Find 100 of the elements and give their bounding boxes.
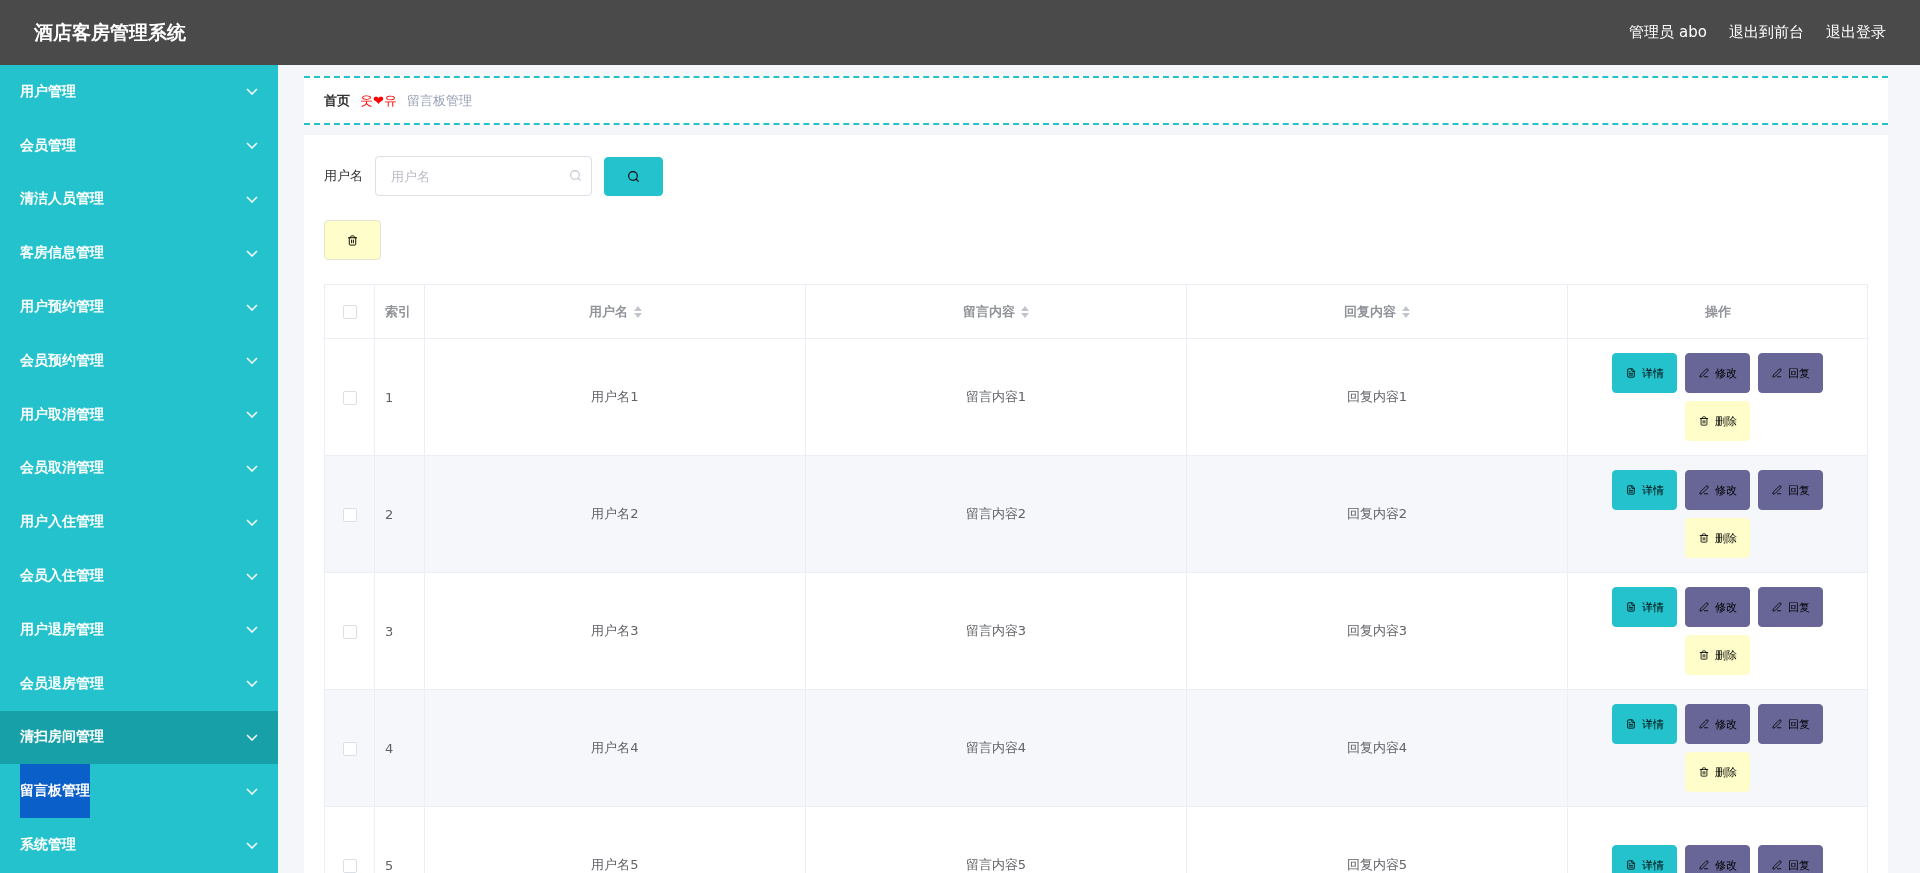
row-checkbox[interactable] — [342, 741, 357, 756]
detail-button[interactable]: 详情 — [1612, 845, 1677, 873]
table-cell: 用户名5 — [591, 857, 639, 872]
search-icon — [569, 169, 582, 182]
detail-button[interactable]: 详情 — [1612, 353, 1677, 393]
table-cell: 回复内容4 — [1346, 740, 1408, 755]
sidebar-item[interactable]: 用户取消管理 — [0, 387, 278, 442]
sidebar-item[interactable]: 会员退房管理 — [0, 656, 278, 711]
search-icon — [627, 169, 640, 183]
sidebar-item[interactable]: 用户管理 — [0, 65, 278, 119]
reply-button[interactable]: 回复 — [1758, 353, 1823, 393]
sidebar-item-label: 清扫房间管理 — [20, 727, 104, 747]
delete-button[interactable]: 删除 — [1685, 518, 1750, 558]
chevron-icon — [246, 626, 258, 634]
column-header[interactable]: 用户名 — [588, 302, 642, 321]
reply-button[interactable]: 回复 — [1758, 470, 1823, 510]
delete-button[interactable]: 删除 — [1685, 635, 1750, 675]
sidebar-item-label: 用户取消管理 — [20, 404, 104, 424]
reply-button[interactable]: 回复 — [1758, 845, 1823, 873]
sidebar-item-label: 会员管理 — [20, 135, 76, 155]
document-icon — [1625, 368, 1636, 378]
table-cell: 用户名3 — [591, 623, 639, 638]
edit-button[interactable]: 修改 — [1685, 587, 1750, 627]
user-link[interactable]: 管理员 abo — [1629, 23, 1707, 42]
sidebar-item[interactable]: 会员预约管理 — [0, 334, 278, 388]
pen-icon — [1698, 719, 1709, 729]
row-checkbox[interactable] — [342, 507, 357, 522]
chevron-icon — [246, 357, 258, 365]
table-cell: 用户名4 — [591, 740, 639, 755]
sidebar-item[interactable]: 会员取消管理 — [0, 441, 278, 496]
pen-icon — [1698, 860, 1709, 870]
sidebar-item-label: 留言板管理 — [20, 764, 90, 819]
table-cell: 用户名1 — [591, 389, 639, 404]
trash-icon — [1698, 533, 1709, 543]
sidebar-item[interactable]: 用户预约管理 — [0, 280, 278, 334]
table-cell: 留言内容5 — [965, 857, 1027, 872]
row-checkbox[interactable] — [342, 390, 357, 405]
app-title: 酒店客房管理系统 — [34, 19, 187, 45]
sidebar-item-label: 会员预约管理 — [20, 350, 104, 370]
reply-button[interactable]: 回复 — [1758, 704, 1823, 744]
sidebar-item[interactable]: 用户入住管理 — [0, 495, 278, 550]
search-label: 用户名 — [324, 167, 363, 185]
select-all-checkbox[interactable] — [342, 305, 357, 320]
delete-button[interactable]: 删除 — [1685, 401, 1750, 441]
pen-icon — [1771, 719, 1782, 729]
detail-button[interactable]: 详情 — [1612, 470, 1677, 510]
chevron-icon — [246, 572, 258, 580]
breadcrumb-separator: 웃❤유 — [360, 91, 397, 110]
chevron-icon — [246, 249, 258, 257]
sort-icon[interactable] — [1021, 305, 1029, 318]
pen-icon — [1698, 368, 1709, 378]
edit-button[interactable]: 修改 — [1685, 704, 1750, 744]
chevron-icon — [246, 841, 258, 849]
search-field[interactable]: 用户名 — [375, 156, 592, 196]
sidebar-item[interactable]: 客房信息管理 — [0, 226, 278, 281]
sidebar-item[interactable]: 清洁人员管理 — [0, 172, 278, 227]
batch-delete-button[interactable] — [324, 220, 381, 260]
detail-button[interactable]: 详情 — [1612, 587, 1677, 627]
sidebar-item-label: 客房信息管理 — [20, 243, 104, 263]
header-link[interactable]: 退出登录 — [1826, 23, 1886, 42]
chevron-icon — [246, 411, 258, 419]
search-button[interactable] — [604, 156, 663, 196]
document-icon — [1625, 860, 1636, 870]
detail-button[interactable]: 详情 — [1612, 704, 1677, 744]
edit-button[interactable]: 修改 — [1685, 845, 1750, 873]
chevron-icon — [246, 142, 258, 150]
breadcrumb-link[interactable]: 首页 — [324, 91, 350, 110]
header-link[interactable]: 退出到前台 — [1729, 23, 1804, 42]
row-checkbox[interactable] — [342, 858, 357, 873]
table-cell: 留言内容1 — [965, 389, 1027, 404]
column-header: 操作 — [1704, 302, 1731, 321]
table-cell: 留言内容4 — [965, 740, 1027, 755]
chevron-icon — [246, 88, 258, 96]
reply-button[interactable]: 回复 — [1758, 587, 1823, 627]
sidebar-item-label: 系统管理 — [20, 835, 76, 855]
sidebar-item[interactable]: 用户退房管理 — [0, 602, 278, 657]
table-cell: 回复内容5 — [1346, 857, 1408, 872]
sidebar-item-label: 会员取消管理 — [20, 458, 104, 478]
edit-button[interactable]: 修改 — [1685, 470, 1750, 510]
column-header[interactable]: 留言内容 — [963, 302, 1029, 321]
sort-icon[interactable] — [633, 305, 642, 318]
chevron-icon — [246, 303, 258, 311]
edit-button[interactable]: 修改 — [1685, 353, 1750, 393]
chevron-icon — [246, 464, 258, 472]
sidebar-item-label: 会员入住管理 — [20, 566, 104, 586]
sidebar-item[interactable]: 留言板管理 — [0, 764, 278, 819]
sidebar-item[interactable]: 会员入住管理 — [0, 549, 278, 603]
sidebar-item[interactable]: 系统管理 — [0, 818, 278, 872]
sidebar-item[interactable]: 会员管理 — [0, 118, 278, 173]
pen-icon — [1771, 368, 1782, 378]
pen-icon — [1771, 602, 1782, 612]
delete-button[interactable]: 删除 — [1685, 752, 1750, 792]
sidebar-item[interactable]: 清扫房间管理 — [0, 710, 278, 765]
sidebar-item-label: 用户管理 — [20, 81, 76, 101]
row-checkbox[interactable] — [342, 624, 357, 639]
sort-icon[interactable] — [1402, 305, 1410, 318]
sidebar-item-label: 用户退房管理 — [20, 619, 104, 639]
column-header[interactable]: 回复内容 — [1344, 302, 1410, 321]
pen-icon — [1698, 485, 1709, 495]
table-cell: 4 — [385, 740, 394, 756]
